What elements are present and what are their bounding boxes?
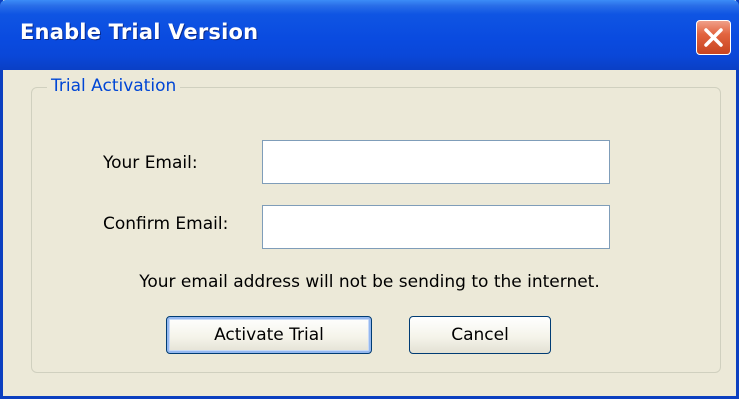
email-field[interactable]: [262, 140, 610, 184]
title-bar[interactable]: Enable Trial Version: [0, 0, 739, 70]
activate-trial-button[interactable]: Activate Trial: [166, 316, 372, 354]
privacy-note: Your email address will not be sending t…: [139, 272, 600, 292]
cancel-button[interactable]: Cancel: [409, 316, 551, 354]
confirm-email-label: Confirm Email:: [103, 214, 229, 234]
confirm-email-field[interactable]: [262, 205, 610, 249]
window-title: Enable Trial Version: [20, 20, 259, 44]
email-label: Your Email:: [103, 153, 198, 173]
close-x-icon: [704, 28, 723, 47]
group-legend: Trial Activation: [47, 76, 181, 96]
close-button[interactable]: [696, 20, 731, 55]
